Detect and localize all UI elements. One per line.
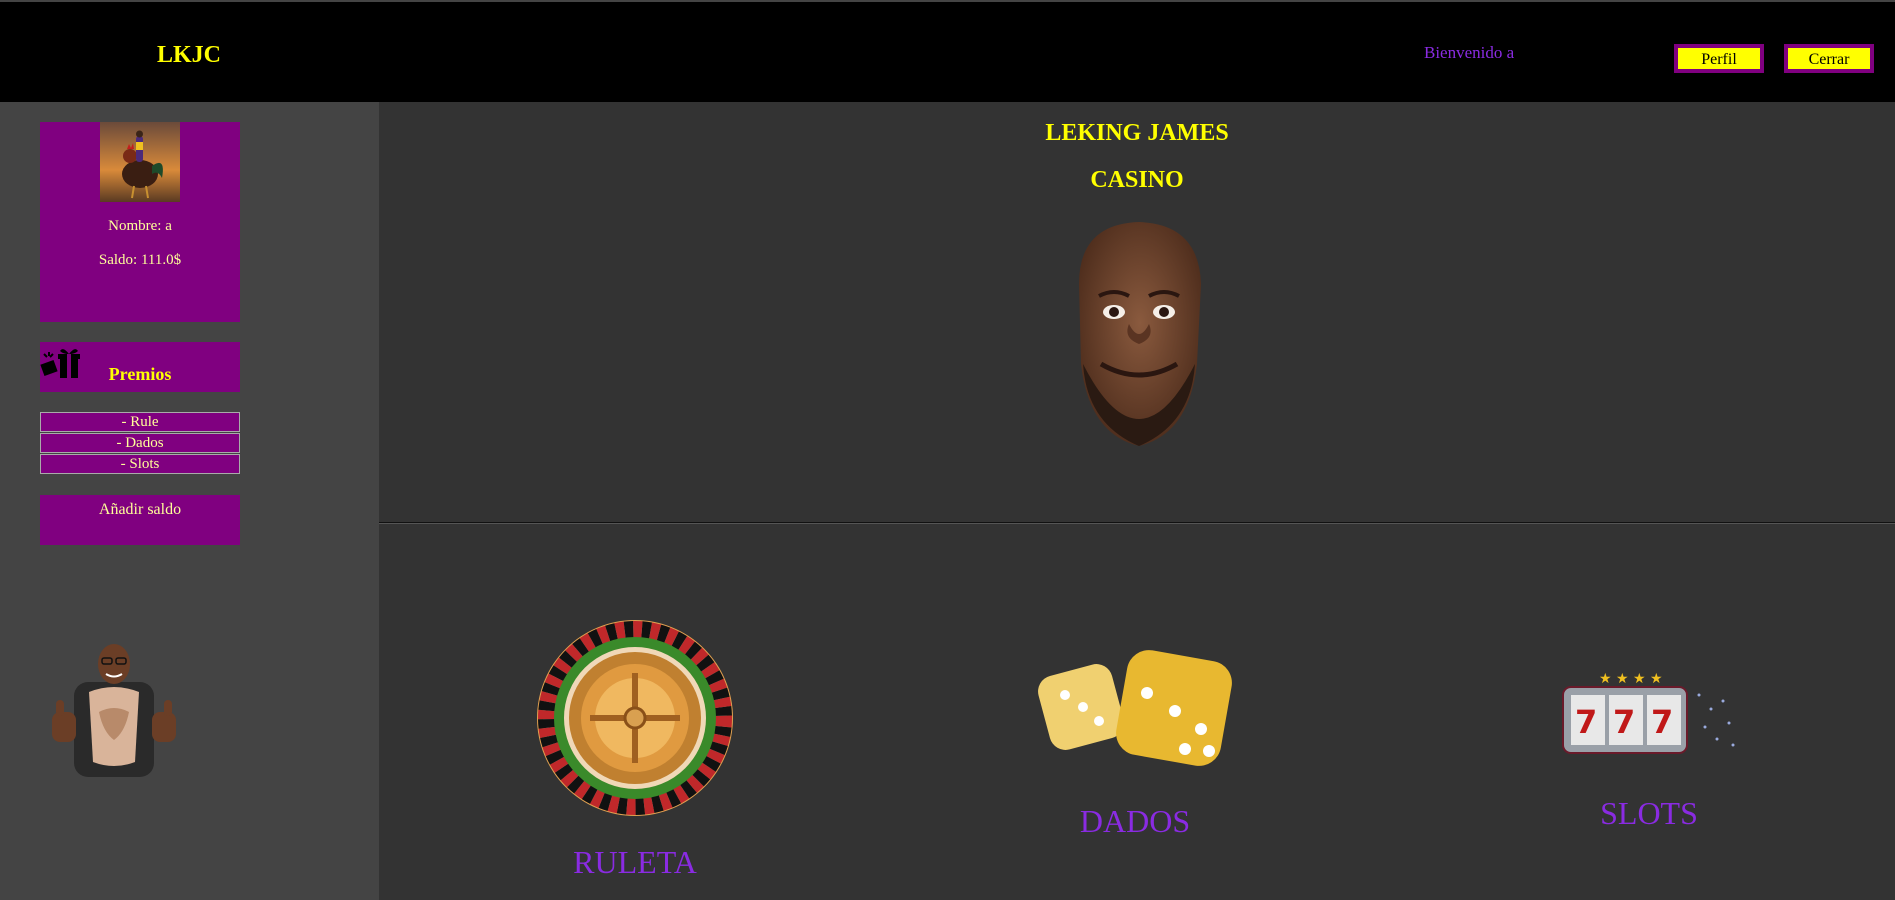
sidebar-item-slots[interactable]: - Slots	[40, 454, 240, 474]
avatar	[100, 122, 180, 202]
svg-text:★ ★ ★ ★: ★ ★ ★ ★	[1599, 671, 1663, 687]
sidebar-item-rule[interactable]: - Rule	[40, 412, 240, 432]
svg-text:7: 7	[1575, 703, 1597, 741]
welcome-text: Bienvenido a	[1424, 43, 1515, 62]
logout-button[interactable]: Cerrar	[1784, 44, 1874, 73]
slots-game-tile[interactable]: ★ ★ ★ ★ 7 7 7 SLOTS	[1559, 665, 1739, 865]
dice-game-tile[interactable]: DADOS	[1035, 645, 1235, 885]
games-menu: - Rule - Dados - Slots	[40, 412, 240, 475]
hero-subtitle: CASINO	[1090, 167, 1184, 193]
roulette-game-tile[interactable]: RULETA	[535, 618, 735, 880]
profile-name: Nombre: a	[108, 218, 172, 234]
hero-face-image	[1079, 222, 1201, 446]
thumbs-up-person-image	[52, 644, 176, 777]
slot-machine-icon: ★ ★ ★ ★ 7 7 7	[1562, 671, 1735, 754]
top-bar: LKJC Bienvenido a Perfil Cerrar	[0, 0, 1895, 102]
main-content: LEKING JAMES CASINO RULETA DADOS ★ ★ ★ ★…	[379, 102, 1895, 900]
brand-logo-text[interactable]: LKJC	[157, 42, 221, 69]
sidebar: Nombre: a Saldo: 111.0$ Premios - Rule -…	[0, 102, 379, 900]
dice-icon	[1038, 650, 1232, 766]
hero-title: LEKING JAMES	[1045, 120, 1229, 146]
profile-button[interactable]: Perfil	[1674, 44, 1764, 73]
sidebar-item-dados[interactable]: - Dados	[40, 433, 240, 453]
prizes-label: Premios	[108, 364, 172, 384]
dice-label[interactable]: DADOS	[1015, 803, 1255, 840]
add-funds-button[interactable]: Añadir saldo	[40, 495, 240, 545]
svg-text:7: 7	[1613, 703, 1635, 741]
roulette-wheel-icon	[537, 620, 733, 816]
roulette-label[interactable]: RULETA	[515, 844, 755, 881]
svg-text:7: 7	[1651, 703, 1673, 741]
slots-label[interactable]: SLOTS	[1529, 795, 1769, 832]
profile-balance: Saldo: 111.0$	[98, 252, 182, 268]
profile-card: Nombre: a Saldo: 111.0$	[40, 122, 240, 322]
prizes-button[interactable]: Premios	[40, 342, 240, 392]
section-divider	[379, 522, 1895, 524]
